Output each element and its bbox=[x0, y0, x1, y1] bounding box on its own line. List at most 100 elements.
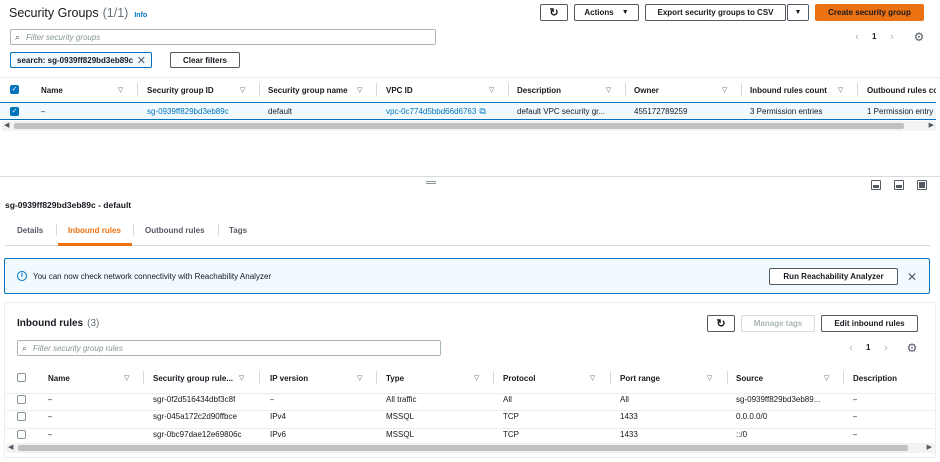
header-col-sg-name[interactable]: Security group name bbox=[268, 85, 348, 95]
sort-caret-icon[interactable]: ▽ bbox=[489, 86, 494, 94]
header-col-description[interactable]: Description bbox=[517, 85, 561, 95]
prev-page-icon[interactable]: ‹ bbox=[852, 30, 862, 44]
next-page-icon[interactable]: › bbox=[887, 30, 897, 44]
header-col-sg-id[interactable]: Security group ID bbox=[147, 85, 214, 95]
manage-tags-button[interactable]: Manage tags bbox=[741, 315, 815, 332]
clear-filters-button[interactable]: Clear filters bbox=[170, 52, 240, 68]
settings-gear-icon[interactable]: ⚙ bbox=[905, 341, 919, 355]
tab-outbound-rules[interactable]: Outbound rules bbox=[145, 226, 205, 235]
scroll-left-icon[interactable]: ◀ bbox=[8, 443, 13, 451]
create-security-group-button[interactable]: Create security group bbox=[815, 4, 924, 21]
sort-caret-icon[interactable]: ▽ bbox=[239, 374, 244, 382]
export-csv-button[interactable]: Export security groups to CSV bbox=[645, 4, 786, 21]
sort-caret-icon[interactable]: ▽ bbox=[357, 86, 362, 94]
sort-caret-icon[interactable]: ▽ bbox=[707, 374, 712, 382]
scrollbar-thumb[interactable] bbox=[18, 445, 908, 451]
actions-button[interactable]: Actions ▼ bbox=[574, 4, 639, 21]
header-col-outbound-count[interactable]: Outbound rules co bbox=[867, 85, 936, 95]
sort-caret-icon[interactable]: ▽ bbox=[474, 374, 479, 382]
header-col-inbound-count[interactable]: Inbound rules count bbox=[750, 85, 827, 95]
header-col-owner[interactable]: Owner bbox=[634, 85, 659, 95]
tab-details[interactable]: Details bbox=[17, 226, 43, 235]
sort-caret-icon[interactable]: ▽ bbox=[838, 86, 843, 94]
table-header-top-border bbox=[0, 77, 940, 78]
close-icon[interactable]: ✕ bbox=[137, 54, 146, 67]
security-groups-search-input[interactable]: ⌕ Filter security groups bbox=[10, 29, 436, 45]
drag-handle-icon[interactable] bbox=[426, 181, 436, 184]
header-ip-version[interactable]: IP version bbox=[270, 373, 308, 383]
split-divider[interactable] bbox=[0, 176, 940, 177]
rule-row-checkbox[interactable] bbox=[17, 395, 26, 404]
header-description[interactable]: Description bbox=[853, 373, 897, 383]
column-separator[interactable] bbox=[625, 83, 626, 96]
row-divider bbox=[6, 410, 934, 411]
header-col-vpc-id[interactable]: VPC ID bbox=[386, 85, 413, 95]
sort-caret-icon[interactable]: ▽ bbox=[240, 86, 245, 94]
column-separator[interactable] bbox=[493, 371, 494, 384]
column-separator[interactable] bbox=[259, 371, 260, 384]
sort-caret-icon[interactable]: ▽ bbox=[590, 374, 595, 382]
column-separator[interactable] bbox=[727, 371, 728, 384]
sort-caret-icon[interactable]: ▽ bbox=[124, 374, 129, 382]
header-port-range[interactable]: Port range bbox=[620, 373, 660, 383]
refresh-button[interactable]: ↻ bbox=[540, 4, 568, 21]
column-separator[interactable] bbox=[857, 83, 858, 96]
column-separator[interactable] bbox=[508, 83, 509, 96]
top-scrollbar[interactable]: ◀ ▶ bbox=[2, 121, 936, 131]
sort-caret-icon[interactable]: ▽ bbox=[824, 374, 829, 382]
header-protocol[interactable]: Protocol bbox=[503, 373, 535, 383]
column-separator[interactable] bbox=[137, 83, 138, 96]
split-bottom-icon[interactable] bbox=[871, 180, 881, 190]
scroll-right-icon[interactable]: ▶ bbox=[929, 121, 934, 129]
tab-separator bbox=[218, 224, 219, 236]
column-separator[interactable] bbox=[610, 371, 611, 384]
column-separator[interactable] bbox=[843, 371, 844, 384]
header-type[interactable]: Type bbox=[386, 373, 404, 383]
column-separator[interactable] bbox=[741, 83, 742, 96]
rules-scrollbar[interactable]: ◀ ▶ bbox=[6, 443, 934, 453]
rules-page-number[interactable]: 1 bbox=[866, 343, 870, 352]
tab-tags[interactable]: Tags bbox=[229, 226, 247, 235]
sort-caret-icon[interactable]: ▽ bbox=[722, 86, 727, 94]
row-sg-id-link[interactable]: sg-0939ff829bd3eb89c bbox=[147, 106, 229, 117]
info-link[interactable]: Info bbox=[134, 12, 147, 19]
header-source[interactable]: Source bbox=[736, 373, 763, 383]
rule-row-checkbox[interactable] bbox=[17, 412, 26, 421]
page-number[interactable]: 1 bbox=[872, 32, 876, 41]
rules-select-all-checkbox[interactable] bbox=[17, 373, 26, 382]
rules-search-input[interactable]: ⌕ Filter security group rules bbox=[17, 340, 441, 356]
row-checkbox[interactable]: ✓ bbox=[10, 107, 19, 116]
rule-cell-source: ::/0 bbox=[736, 430, 748, 439]
header-rule-id[interactable]: Security group rule... bbox=[153, 373, 233, 383]
next-page-icon[interactable]: › bbox=[881, 341, 891, 355]
sort-caret-icon[interactable]: ▽ bbox=[606, 86, 611, 94]
row-vpc-id-link[interactable]: vpc-0c774d5bbd66d6763 ⧉ bbox=[386, 106, 486, 117]
sort-caret-icon[interactable]: ▽ bbox=[357, 374, 362, 382]
column-separator[interactable] bbox=[143, 371, 144, 384]
rule-row-checkbox[interactable] bbox=[17, 430, 26, 439]
tab-inbound-rules[interactable]: Inbound rules bbox=[68, 226, 121, 235]
settings-gear-icon[interactable]: ⚙ bbox=[912, 30, 926, 44]
header-col-name[interactable]: Name bbox=[41, 85, 63, 95]
close-icon[interactable]: ✕ bbox=[905, 270, 919, 284]
scrollbar-thumb[interactable] bbox=[14, 123, 904, 129]
rules-refresh-button[interactable]: ↻ bbox=[707, 315, 735, 332]
scroll-left-icon[interactable]: ◀ bbox=[4, 121, 9, 129]
rule-cell-name: – bbox=[48, 430, 53, 439]
sort-caret-icon[interactable]: ▽ bbox=[118, 86, 123, 94]
scroll-right-icon[interactable]: ▶ bbox=[927, 443, 932, 451]
prev-page-icon[interactable]: ‹ bbox=[846, 341, 856, 355]
split-side-icon[interactable] bbox=[894, 180, 904, 190]
column-separator[interactable] bbox=[376, 371, 377, 384]
column-separator[interactable] bbox=[259, 83, 260, 96]
create-security-group-label: Create security group bbox=[828, 8, 911, 17]
column-separator[interactable] bbox=[376, 83, 377, 96]
row-owner: 455172789259 bbox=[634, 107, 688, 116]
select-all-checkbox[interactable]: ✓ bbox=[10, 85, 19, 94]
split-full-icon[interactable] bbox=[917, 180, 927, 190]
header-name[interactable]: Name bbox=[48, 373, 70, 383]
edit-inbound-rules-button[interactable]: Edit inbound rules bbox=[821, 315, 918, 332]
export-dropdown-button[interactable]: ▼ bbox=[787, 4, 809, 21]
rule-cell-description: – bbox=[853, 395, 858, 404]
run-reachability-analyzer-button[interactable]: Run Reachability Analyzer bbox=[769, 268, 898, 285]
